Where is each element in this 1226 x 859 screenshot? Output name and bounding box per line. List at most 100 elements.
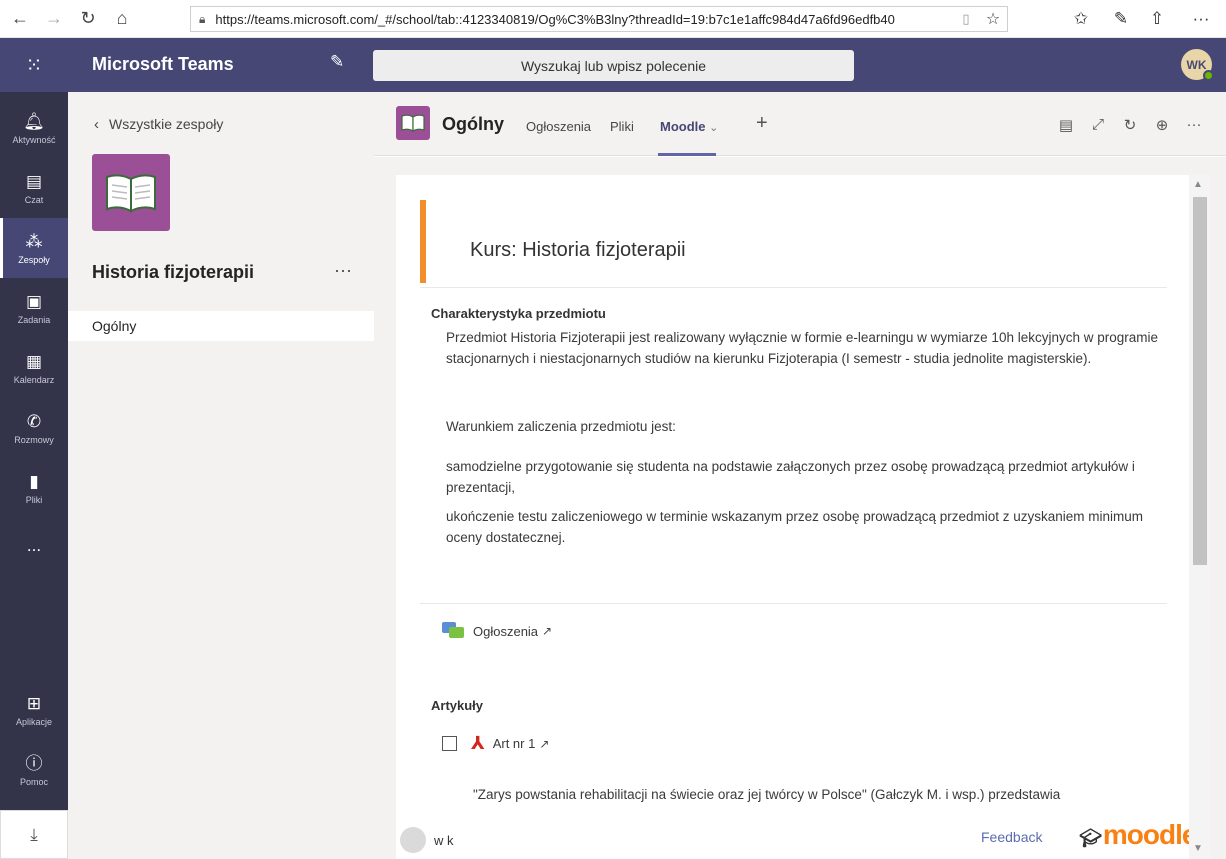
moodle-tab-content: Kurs: Historia fizjoterapii Charakteryst…	[374, 157, 1226, 859]
help-icon: ⓘ	[25, 753, 43, 773]
external-link-icon: ↗	[542, 624, 553, 638]
channel-name: Ogólny	[442, 114, 504, 134]
title-accent-bar	[420, 200, 426, 283]
rail-item-files[interactable]: ▮ Pliki	[0, 458, 68, 518]
pen-icon[interactable]: ✎	[1106, 5, 1136, 33]
more-icon: ...	[26, 536, 42, 555]
team-sidebar: ‹ Wszystkie zespoły Historia fizjoterapii…	[68, 92, 374, 859]
rail-item-assignments[interactable]: ▣ Zadania	[0, 278, 68, 338]
favorite-star-icon[interactable]: ☆	[979, 9, 1007, 29]
forum-icon	[441, 621, 465, 641]
compose-icon[interactable]: ✎	[330, 52, 344, 72]
rail-item-apps[interactable]: ⊞ Aplikacje	[0, 680, 68, 740]
tab-moodle[interactable]: Moodle ⌄	[660, 119, 718, 134]
more-icon[interactable]: ···	[1186, 5, 1216, 33]
teams-header: ⁙ Microsoft Teams ✎ Wyszukaj lub wpisz p…	[0, 38, 1226, 92]
back-arrow-icon[interactable]: ←	[6, 5, 34, 33]
bell-icon: 🔔︎	[23, 111, 45, 131]
rail-item-help[interactable]: ⓘ Pomoc	[0, 740, 68, 800]
article-description: "Zarys powstania rehabilitacji na świeci…	[473, 787, 1061, 802]
search-box[interactable]: Wyszukaj lub wpisz polecenie	[373, 50, 854, 81]
assignments-icon: ▣	[25, 291, 43, 311]
chevron-down-icon: ⌄	[709, 122, 719, 134]
add-tab-button[interactable]: +	[756, 112, 768, 135]
graduation-cap-icon: 🎓︎	[1079, 828, 1102, 848]
rail-item-teams[interactable]: ⁂ Zespoły	[0, 218, 68, 278]
expand-icon[interactable]: ⤢	[1086, 116, 1110, 133]
active-tab-indicator	[658, 153, 716, 156]
more-options-icon[interactable]: ···	[1182, 116, 1206, 133]
avatar[interactable]: WK	[1181, 49, 1214, 81]
team-more-options-icon[interactable]: ···	[334, 260, 352, 281]
tab-announcements[interactable]: Ogłoszenia	[526, 119, 591, 134]
reload-icon[interactable]: ↻	[1118, 116, 1142, 134]
reading-view-icon[interactable]: ▯	[953, 11, 979, 27]
tab-files[interactable]: Pliki	[610, 119, 634, 134]
presence-available-icon	[1203, 70, 1214, 81]
moodle-wordmark: moodle	[1102, 819, 1198, 850]
pdf-icon: ⅄	[471, 733, 485, 754]
course-page: Kurs: Historia fizjoterapii Charakteryst…	[396, 175, 1211, 859]
conversation-icon[interactable]: ▤	[1054, 116, 1078, 134]
section-heading: Charakterystyka przedmiotu	[431, 306, 606, 321]
chat-icon: ▤	[25, 171, 43, 191]
article-link[interactable]: Art nr 1	[493, 736, 536, 751]
announcements-forum-link[interactable]: Ogłoszenia ↗	[441, 621, 552, 641]
section-heading: Artykuły	[431, 698, 484, 713]
rail-label: Czat	[24, 194, 44, 205]
share-icon[interactable]: ⇧	[1142, 5, 1172, 33]
lock-icon: 🔒︎	[199, 11, 206, 26]
rail-label: Zespoły	[18, 254, 50, 265]
scroll-thumb[interactable]	[1193, 197, 1207, 565]
app-rail: 🔔︎ Aktywność ▤ Czat ⁂ Zespoły ▣ Zadania …	[0, 92, 68, 859]
moodle-logo: 🎓︎moodle	[1079, 819, 1198, 851]
rail-label: Pliki	[25, 494, 43, 505]
course-description: Przedmiot Historia Fizjoterapii jest rea…	[446, 330, 1159, 366]
feedback-link[interactable]: Feedback	[981, 829, 1042, 845]
external-link-icon: ↗	[539, 736, 550, 751]
download-app-icon[interactable]: ⤓	[0, 810, 68, 859]
all-teams-link[interactable]: ‹ Wszystkie zespoły	[94, 116, 223, 133]
logged-in-user[interactable]: w k	[400, 827, 454, 853]
requirement-item: samodzielne przygotowanie się studenta n…	[446, 459, 1135, 495]
user-avatar-icon	[400, 827, 426, 853]
rail-label: Rozmowy	[14, 434, 54, 445]
divider	[420, 603, 1167, 604]
avatar-initials: WK	[1186, 57, 1207, 72]
channel-header: Ogólny Ogłoszenia Pliki Moodle ⌄ + ▤ ⤢ ↻…	[374, 92, 1226, 156]
app-title: Microsoft Teams	[92, 54, 234, 74]
rail-item-chat[interactable]: ▤ Czat	[0, 158, 68, 218]
requirements-intro: Warunkiem zaliczenia przedmiotu jest:	[446, 419, 676, 434]
rail-label: Aktywność	[12, 134, 56, 145]
forum-label: Ogłoszenia	[473, 623, 539, 639]
rail-item-calendar[interactable]: ▦ Kalendarz	[0, 338, 68, 398]
scroll-up-icon[interactable]: ▲	[1193, 179, 1203, 190]
rail-more-button[interactable]: ...	[0, 516, 68, 576]
apps-icon: ⊞	[26, 693, 42, 713]
divider	[420, 287, 1167, 288]
phone-icon: ✆	[26, 411, 42, 431]
rail-item-activity[interactable]: 🔔︎ Aktywność	[0, 98, 68, 158]
calendar-icon: ▦	[25, 351, 43, 371]
completion-checkbox[interactable]	[442, 736, 457, 751]
favorites-list-icon[interactable]: ✩	[1066, 5, 1096, 33]
globe-icon[interactable]: ⊕	[1150, 116, 1174, 134]
file-icon: ▮	[29, 471, 39, 491]
channel-item-general[interactable]: Ogólny	[68, 311, 374, 341]
url-text: https://teams.microsoft.com/_#/school/ta…	[215, 11, 895, 27]
rail-label: Aplikacje	[15, 716, 53, 727]
app-launcher-icon[interactable]: ⁙	[0, 38, 68, 92]
requirement-item: ukończenie testu zaliczeniowego w termin…	[446, 509, 1144, 545]
vertical-scrollbar[interactable]: ▲ ▼	[1189, 175, 1211, 859]
rail-label: Zadania	[17, 314, 51, 325]
browser-toolbar: ← → ↻ ⌂ 🔒︎ https://teams.microsoft.com/_…	[0, 0, 1226, 38]
scroll-down-icon[interactable]: ▼	[1193, 843, 1203, 854]
refresh-icon[interactable]: ↻	[74, 5, 102, 33]
rail-item-calls[interactable]: ✆ Rozmowy	[0, 398, 68, 458]
address-bar[interactable]: 🔒︎ https://teams.microsoft.com/_#/school…	[190, 6, 1008, 32]
tab-moodle-label: Moodle	[660, 119, 706, 134]
forward-arrow-icon[interactable]: →	[40, 5, 68, 33]
home-icon[interactable]: ⌂	[108, 5, 136, 33]
rail-label: Pomoc	[19, 776, 48, 787]
all-teams-label: Wszystkie zespoły	[109, 116, 224, 132]
